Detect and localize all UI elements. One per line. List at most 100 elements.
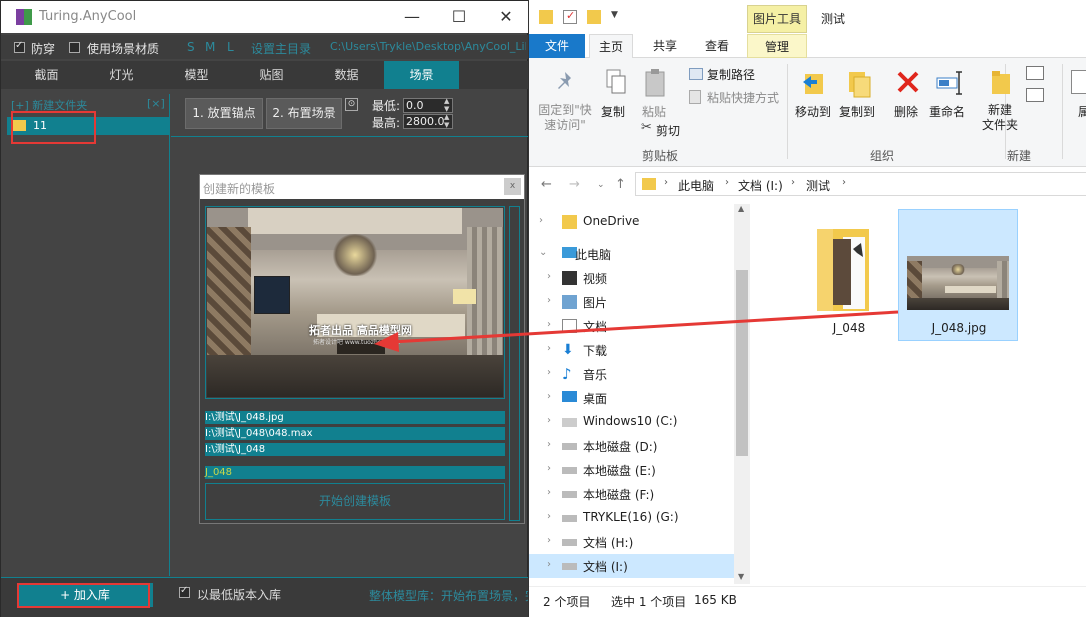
nav-item-drive-f[interactable]: › 本地磁盘 (F:) [529,482,734,506]
nav-item-downloads[interactable]: › ⬇ 下载 [529,338,734,362]
options-bar: 防穿 使用场景材质 S M L 设置主目录 C:\Users\Trykle\De… [1,35,529,59]
rename-button[interactable]: 重命名 [929,103,965,120]
breadcrumb-pc[interactable]: 此电脑 [678,177,714,194]
close-button[interactable]: ✕ [491,5,521,29]
file-item-folder[interactable]: J_048 [789,210,909,342]
template-name-input[interactable]: J_048 [205,466,505,479]
max-spinner-icon[interactable]: ▲ ▼ [444,113,449,129]
anycool-titlebar[interactable]: Turing.AnyCool — ☐ ✕ [1,1,529,33]
expand-icon[interactable]: › [547,487,551,498]
scene-material-checkbox[interactable] [69,42,80,53]
tab-data[interactable]: 数据 [309,61,384,89]
easy-access-icon[interactable] [1026,88,1044,102]
address-bar[interactable]: › 此电脑 › 文档 (I:) › 测试 › [635,172,1086,196]
customize-toolbar-icon[interactable]: ▼ [611,10,625,24]
properties-button[interactable]: 属 [1078,103,1086,120]
tab-section[interactable]: 截面 [9,61,84,89]
dialog-scrollbar[interactable] [509,206,520,521]
nav-item-pc[interactable]: ⌄ 此电脑 [529,242,734,266]
nav-item-music[interactable]: › ♪ 音乐 [529,362,734,386]
expand-icon[interactable]: › [547,463,551,474]
start-create-button[interactable]: 开始创建模板 [205,483,505,520]
maximize-button[interactable]: ☐ [444,5,474,29]
copy-path-button[interactable]: 复制路径 [707,66,755,83]
nav-item-drive-c[interactable]: › Windows10 (C:) [529,410,734,434]
breadcrumb-drive[interactable]: 文档 (I:) [738,177,783,194]
expand-icon[interactable]: › [547,559,551,570]
copy-to-button[interactable]: 复制到 [839,103,875,120]
tab-lights[interactable]: 灯光 [84,61,159,89]
expand-icon[interactable]: › [547,343,551,354]
nav-item-videos[interactable]: › 视频 [529,266,734,290]
delete-button[interactable]: 删除 [894,103,918,120]
expand-icon[interactable]: › [547,367,551,378]
tab-manage[interactable]: 管理 [747,34,807,58]
rename-icon [935,70,965,96]
expand-icon[interactable]: › [547,271,551,282]
target-icon[interactable]: ⊙ [345,98,358,111]
tab-file[interactable]: 文件 [529,34,585,58]
nav-scrollbar[interactable]: ▲ ▼ [734,204,750,584]
anti-penetrate-checkbox[interactable] [14,40,25,53]
docs-icon [562,319,577,333]
explorer-titlebar[interactable]: ✓ ▼ 图片工具 测试 [529,0,1086,34]
nav-item-drive-d[interactable]: › 本地磁盘 (D:) [529,434,734,458]
file-item-image[interactable]: J_048.jpg [898,209,1018,341]
picture-tools-tab[interactable]: 图片工具 [747,5,807,33]
tab-home[interactable]: 主页 [589,34,633,58]
copy-button[interactable]: 复制 [601,103,625,120]
dialog-titlebar[interactable]: 创建新的模板 x [200,175,524,199]
new-folder-quick-icon[interactable] [587,10,601,24]
scroll-up-icon[interactable]: ▲ [738,204,744,213]
nav-item-drive-e[interactable]: › 本地磁盘 (E:) [529,458,734,482]
nav-item-drive-h[interactable]: › 文档 (H:) [529,530,734,554]
new-folder-button[interactable]: 新建 文件夹 [982,103,1018,133]
nav-item-drive-g[interactable]: › TRYKLE(16) (G:) [529,506,734,530]
layout-scene-button[interactable]: 2. 布置场景 [266,98,342,129]
scroll-down-icon[interactable]: ▼ [738,572,744,581]
minimize-button[interactable]: — [397,5,427,29]
expand-icon[interactable]: › [547,319,551,330]
new-item-icon[interactable] [1026,66,1044,80]
expand-icon[interactable]: › [547,295,551,306]
size-l-button[interactable]: L [227,40,234,54]
recent-chevron-icon[interactable]: ⌄ [597,180,605,190]
nav-scroll-thumb[interactable] [736,270,748,456]
size-s-button[interactable]: S [187,40,195,54]
expand-icon[interactable]: › [547,439,551,450]
tab-view[interactable]: 查看 [695,34,739,58]
paste-shortcut-button[interactable]: 粘贴快捷方式 [707,89,779,106]
delete-folder-button[interactable]: [×] [147,97,165,110]
expand-icon[interactable]: › [547,391,551,402]
move-to-button[interactable]: 移动到 [795,103,831,120]
forward-arrow-icon[interactable]: → [569,177,580,192]
nav-item-documents[interactable]: › 文档 [529,314,734,338]
up-arrow-icon[interactable]: ↑ [615,177,626,192]
min-spinner-icon[interactable]: ▲ ▼ [444,97,449,113]
back-arrow-icon[interactable]: ← [541,177,552,192]
highlight-box-add [17,583,150,608]
tab-models[interactable]: 模型 [159,61,234,89]
place-anchor-button[interactable]: 1. 放置锚点 [185,98,263,129]
size-m-button[interactable]: M [205,40,215,54]
cut-button[interactable]: 剪切 [656,122,680,139]
paste-button[interactable]: 粘贴 [642,103,666,120]
expand-icon[interactable]: › [547,535,551,546]
tab-maps[interactable]: 贴图 [234,61,309,89]
tab-scene[interactable]: 场景 [384,61,459,89]
expand-icon[interactable]: › [547,511,551,522]
lowest-version-checkbox[interactable] [179,585,190,598]
collapse-icon[interactable]: ⌄ [539,247,547,258]
nav-item-pictures[interactable]: › 图片 [529,290,734,314]
expand-icon[interactable]: › [539,215,543,226]
breadcrumb-folder[interactable]: 测试 [806,177,830,194]
dialog-close-button[interactable]: x [504,178,521,195]
nav-item-onedrive[interactable]: › OneDrive [529,210,734,234]
tab-share[interactable]: 共享 [643,34,687,58]
expand-icon[interactable]: › [547,415,551,426]
set-root-button[interactable]: 设置主目录 [251,40,311,57]
pin-quick-access-button[interactable]: 固定到"快 速访问" [537,103,593,133]
properties-check-icon[interactable]: ✓ [563,9,577,24]
nav-item-drive-i[interactable]: › 文档 (I:) [529,554,734,578]
nav-item-desktop[interactable]: › 桌面 [529,386,734,410]
